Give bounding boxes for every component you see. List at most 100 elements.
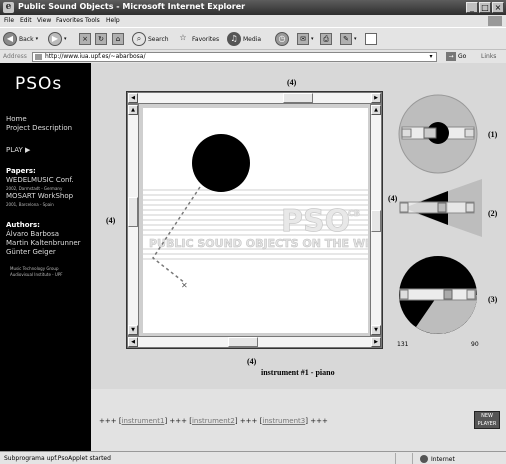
- close-button[interactable]: ×: [492, 2, 504, 13]
- status-divider: [395, 453, 396, 464]
- menu-file[interactable]: File: [4, 17, 14, 24]
- favorites-button[interactable]: ☆ Favorites: [176, 31, 219, 47]
- address-input[interactable]: http://www.iua.upf.es/~abarbosa/ ▾: [32, 52, 437, 62]
- sound-object-frame: ◀ ▶ ◀ ▶ ▲ ▼ ▲ ▼ PSO CB PUBLIC SOUND OBJE…: [126, 91, 383, 349]
- instrument-3-link[interactable]: instrument3: [262, 417, 305, 425]
- bottom-scrollbar[interactable]: ◀ ▶: [127, 336, 382, 348]
- scroll-right-icon[interactable]: ▶: [371, 93, 381, 103]
- print-button[interactable]: ⎙: [320, 31, 332, 47]
- chevron-down-icon[interactable]: ▾: [427, 53, 435, 61]
- watermark-logo-suffix: CB: [348, 209, 360, 218]
- scroll-right-icon[interactable]: ▶: [371, 337, 381, 347]
- toolbar: ◀ Back ▾ ▶ ▾ × ↻ ⌂ ⌕ Search ☆ Favorites …: [0, 27, 506, 49]
- scroll-down-icon[interactable]: ▼: [371, 325, 381, 335]
- scroll-left-icon[interactable]: ◀: [128, 93, 138, 103]
- status-bar: Subprograma upf.PsoApplet started Intern…: [0, 451, 506, 464]
- globe-icon: [420, 455, 428, 463]
- discuss-icon: [365, 33, 377, 45]
- edit-icon: ✎: [340, 33, 352, 45]
- scroll-thumb[interactable]: [371, 210, 381, 232]
- refresh-button[interactable]: ↻: [95, 31, 107, 47]
- author-name[interactable]: Martin Kaltenbrunner: [6, 239, 81, 247]
- home-button[interactable]: ⌂: [112, 31, 124, 47]
- search-label: Search: [148, 35, 169, 43]
- history-icon: ◷: [275, 32, 289, 46]
- paper-wedelmusic-link[interactable]: WEDELMUSIC Conf.: [6, 176, 74, 184]
- authors-heading: Authors:: [6, 221, 40, 229]
- title-bar: e Public Sound Objects - Microsoft Inter…: [0, 0, 506, 15]
- author-name[interactable]: Günter Geiger: [6, 248, 56, 256]
- new-player-label: NEW PLAYER: [477, 413, 497, 427]
- go-label: Go: [458, 53, 467, 60]
- stop-button[interactable]: ×: [79, 31, 91, 47]
- discuss-button[interactable]: [365, 31, 377, 47]
- author-name[interactable]: Álvaro Barbosa: [6, 230, 59, 238]
- links-button[interactable]: Links: [481, 53, 496, 60]
- dimension-label-left: (4): [106, 216, 116, 225]
- history-button[interactable]: ◷: [275, 31, 289, 47]
- instrument-label: instrument #1 - piano: [261, 368, 335, 377]
- page-icon: [35, 54, 42, 60]
- nav-project-description[interactable]: Project Description: [6, 124, 72, 132]
- media-icon: ♫: [227, 32, 241, 46]
- control-value-left: 131: [397, 341, 409, 348]
- dimension-label-bottom: (4): [247, 357, 257, 366]
- menu-view[interactable]: View: [37, 17, 51, 24]
- menu-help[interactable]: Help: [106, 17, 120, 24]
- left-scrollbar[interactable]: ▲ ▼: [127, 104, 139, 336]
- back-arrow-icon: ◀: [3, 32, 17, 46]
- dimension-label-right: (4): [388, 194, 398, 203]
- control-3-volume[interactable]: [398, 255, 484, 339]
- edit-button[interactable]: ✎ ▾: [340, 31, 357, 47]
- control-value-right: 90: [471, 341, 479, 348]
- control-2-pitch[interactable]: [398, 177, 484, 239]
- nav-play[interactable]: PLAY ▶: [6, 146, 30, 154]
- mail-button[interactable]: ✉ ▾: [297, 31, 314, 47]
- go-arrow-icon: →: [446, 52, 456, 61]
- group-name: Music Technology Group: [10, 266, 59, 271]
- scroll-thumb[interactable]: [228, 337, 258, 347]
- address-url: http://www.iua.upf.es/~abarbosa/: [45, 53, 146, 60]
- go-button[interactable]: → Go: [446, 52, 466, 61]
- favorites-label: Favorites: [192, 35, 220, 43]
- menu-edit[interactable]: Edit: [20, 17, 32, 24]
- trail-end-marker-icon: ✕: [181, 281, 188, 290]
- sound-canvas[interactable]: PSO CB PUBLIC SOUND OBJECTS ON THE WE ✕: [143, 108, 368, 333]
- scroll-thumb[interactable]: [283, 93, 313, 103]
- menu-favorites[interactable]: Favorites: [56, 17, 83, 24]
- menu-tools[interactable]: Tools: [85, 17, 100, 24]
- mail-icon: ✉: [297, 33, 309, 45]
- scroll-down-icon[interactable]: ▼: [128, 325, 138, 335]
- new-player-button[interactable]: NEW PLAYER: [474, 411, 500, 429]
- search-button[interactable]: ⌕ Search: [132, 31, 169, 47]
- back-button[interactable]: ◀ Back ▾: [3, 31, 38, 47]
- instrument-1-link[interactable]: instrument1: [122, 417, 165, 425]
- minimize-button[interactable]: _: [466, 2, 478, 13]
- instrument-2-link[interactable]: instrument2: [192, 417, 235, 425]
- site-logo: PSOs: [15, 74, 63, 94]
- nav-home[interactable]: Home: [6, 115, 27, 123]
- link-separator: +++: [99, 417, 117, 425]
- control-1-timbre[interactable]: [398, 94, 484, 174]
- ie-icon: e: [3, 2, 14, 13]
- institute-name: Audiovisual Institute - UPF: [10, 272, 63, 277]
- top-scrollbar[interactable]: ◀ ▶: [127, 92, 382, 104]
- refresh-icon: ↻: [95, 33, 107, 45]
- link-separator: +++: [239, 417, 258, 425]
- control-label-3: (3): [488, 295, 498, 304]
- scroll-up-icon[interactable]: ▲: [371, 105, 381, 115]
- paper-mosart-link[interactable]: MOSART WorkShop: [6, 192, 73, 200]
- status-text: Subprograma upf.PsoApplet started: [4, 455, 111, 462]
- scroll-left-icon[interactable]: ◀: [128, 337, 138, 347]
- dimension-label-top: (4): [287, 78, 297, 87]
- forward-arrow-icon: ▶: [48, 32, 62, 46]
- scroll-up-icon[interactable]: ▲: [128, 105, 138, 115]
- maximize-button[interactable]: □: [479, 2, 491, 13]
- paper-mosart-info: 2001, Barcelona - Spain: [6, 202, 54, 207]
- forward-button[interactable]: ▶ ▾: [48, 31, 67, 47]
- scroll-thumb[interactable]: [128, 197, 138, 227]
- right-scrollbar[interactable]: ▲ ▼: [370, 104, 382, 336]
- media-button[interactable]: ♫ Media: [227, 31, 261, 47]
- sound-object[interactable]: [192, 134, 250, 192]
- papers-heading: Papers:: [6, 167, 36, 175]
